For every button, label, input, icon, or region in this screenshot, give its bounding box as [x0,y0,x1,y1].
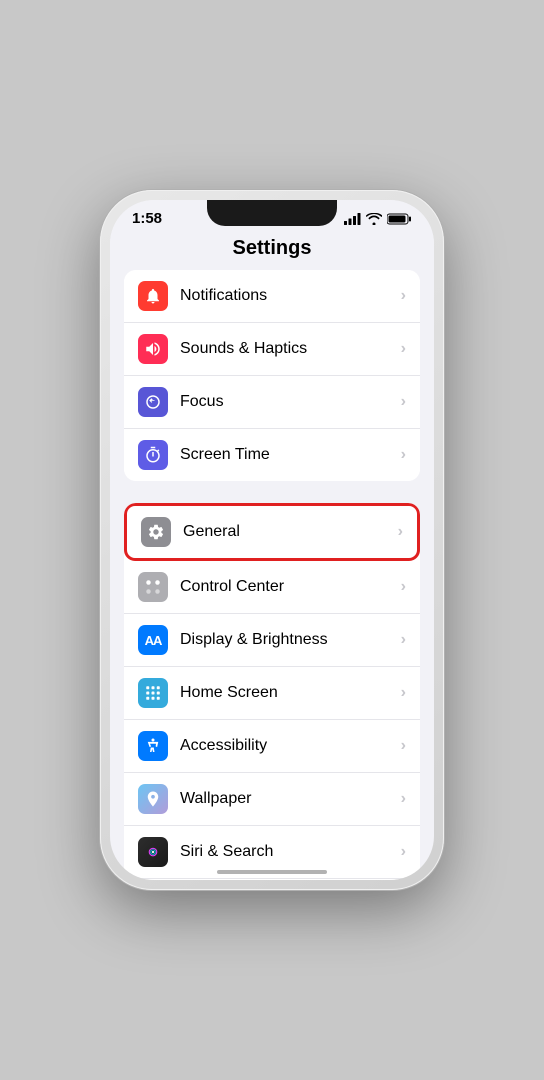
focus-chevron: › [401,393,406,411]
notifications-icon [138,281,168,311]
wallpaper-icon [138,784,168,814]
display-label: Display & Brightness [180,631,401,649]
status-icons [344,213,412,225]
battery-icon [387,213,412,225]
screentime-label: Screen Time [180,446,401,464]
settings-item-faceid[interactable]: Face ID & Passcode › [124,879,420,880]
phone-screen: 1:58 [110,200,434,880]
siri-icon [138,837,168,867]
accessibility-label: Accessibility [180,737,401,755]
status-time: 1:58 [132,210,162,227]
homescreen-label: Home Screen [180,684,401,702]
settings-item-accessibility[interactable]: Accessibility › [124,720,420,773]
sounds-icon [138,334,168,364]
wallpaper-chevron: › [401,790,406,808]
wifi-icon [366,213,382,225]
homescreen-icon [138,678,168,708]
general-icon [141,517,171,547]
settings-group-2: General › Control Center › AA Display & … [124,503,420,880]
settings-item-wallpaper[interactable]: Wallpaper › [124,773,420,826]
settings-group-1: Notifications › Sounds & Haptics › Focus… [124,270,420,481]
accessibility-icon [138,731,168,761]
display-chevron: › [401,631,406,649]
notifications-label: Notifications [180,287,401,305]
general-chevron: › [398,523,403,541]
screentime-icon [138,440,168,470]
accessibility-chevron: › [401,737,406,755]
controlcenter-label: Control Center [180,578,401,596]
focus-icon [138,387,168,417]
homescreen-chevron: › [401,684,406,702]
content-scroll[interactable]: Notifications › Sounds & Haptics › Focus… [110,270,434,880]
wallpaper-label: Wallpaper [180,790,401,808]
home-indicator [217,870,327,874]
settings-item-controlcenter[interactable]: Control Center › [124,561,420,614]
phone-frame: 1:58 [100,190,444,890]
signal-icon [344,213,361,225]
notifications-chevron: › [401,287,406,305]
controlcenter-chevron: › [401,578,406,596]
settings-item-sounds[interactable]: Sounds & Haptics › [124,323,420,376]
settings-item-general[interactable]: General › [124,503,420,561]
settings-item-screentime[interactable]: Screen Time › [124,429,420,481]
notch [207,200,337,226]
page-title: Settings [110,231,434,270]
screentime-chevron: › [401,446,406,464]
settings-item-focus[interactable]: Focus › [124,376,420,429]
siri-label: Siri & Search [180,843,401,861]
siri-chevron: › [401,843,406,861]
settings-item-homescreen[interactable]: Home Screen › [124,667,420,720]
display-icon: AA [138,625,168,655]
controlcenter-icon [138,572,168,602]
settings-item-display[interactable]: AA Display & Brightness › [124,614,420,667]
focus-label: Focus [180,393,401,411]
sounds-label: Sounds & Haptics [180,340,401,358]
general-label: General [183,523,398,541]
settings-item-notifications[interactable]: Notifications › [124,270,420,323]
sounds-chevron: › [401,340,406,358]
